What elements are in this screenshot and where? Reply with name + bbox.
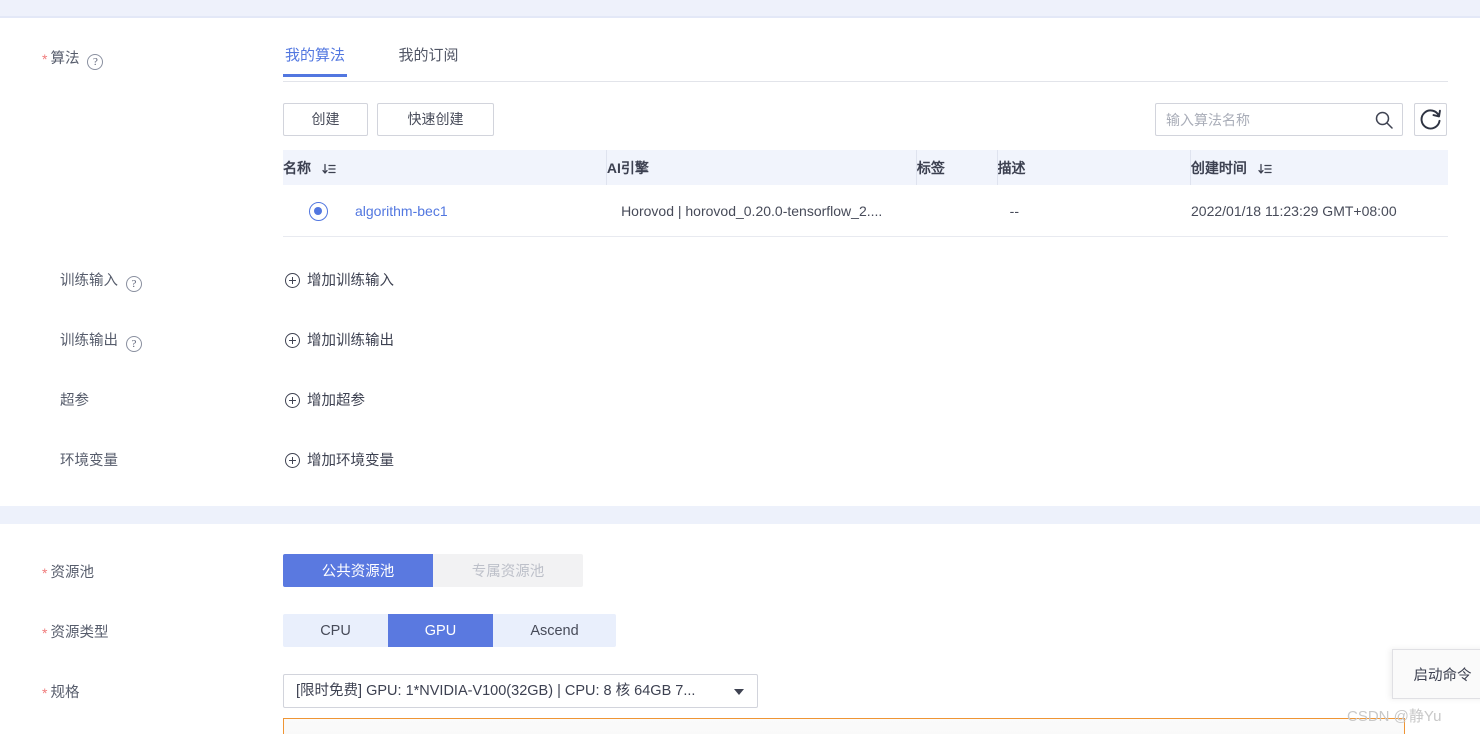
- segment-public-pool[interactable]: 公共资源池: [283, 554, 433, 587]
- tab-my-subscriptions[interactable]: 我的订阅: [396, 44, 460, 77]
- required-asterisk-algorithm: *: [42, 51, 48, 67]
- search-icon[interactable]: [1372, 108, 1396, 132]
- add-train-output-label: 增加训练输出: [307, 333, 394, 349]
- row-spacer-2: [916, 193, 917, 228]
- label-resource-type: * 资源类型: [42, 622, 108, 643]
- startup-command-drawer-tab[interactable]: 启动命令: [1392, 649, 1480, 699]
- table-header-row: 名称 AI引擎 标签 描述 创建时间: [283, 150, 1448, 185]
- column-header-engine: AI引擎: [606, 159, 649, 176]
- watermark: CSDN @静Yu: [1347, 708, 1442, 725]
- required-asterisk-resource-type: *: [42, 625, 48, 641]
- add-train-output-link[interactable]: 增加训练输出: [285, 331, 394, 351]
- plus-circle-icon: [285, 453, 300, 468]
- quick-create-button[interactable]: 快速创建: [377, 103, 494, 136]
- required-asterisk-resource-pool: *: [42, 565, 48, 581]
- add-env-var-label: 增加环境变量: [307, 453, 394, 469]
- add-hyperparam-label: 增加超参: [307, 393, 365, 409]
- chevron-down-icon: [734, 689, 744, 695]
- column-header-desc: 描述: [997, 159, 1026, 176]
- flavor-select-value: [限时免费] GPU: 1*NVIDIA-V100(32GB) | CPU: 8…: [296, 683, 696, 699]
- segment-cpu[interactable]: CPU: [283, 614, 388, 647]
- label-resource-type-text: 资源类型: [50, 625, 109, 641]
- sort-icon-created[interactable]: [1258, 162, 1272, 178]
- cell-created-time: 2022/01/18 11:23:29 GMT+08:00: [1191, 202, 1397, 219]
- column-header-name-text: 名称: [283, 159, 311, 176]
- add-train-input-label: 增加训练输入: [307, 273, 394, 289]
- segment-ascend[interactable]: Ascend: [493, 614, 616, 647]
- label-flavor: * 规格: [42, 682, 79, 703]
- column-header-created[interactable]: 创建时间: [1191, 158, 1448, 178]
- algorithm-search-box: [1155, 103, 1403, 136]
- search-input[interactable]: [1156, 104, 1366, 135]
- cell-description: --: [1009, 202, 1019, 219]
- question-mark-icon[interactable]: ?: [87, 54, 104, 70]
- label-resource-pool: * 资源池: [42, 562, 94, 583]
- label-hyperparams: 超参: [60, 393, 89, 409]
- add-train-input-link[interactable]: 增加训练输入: [285, 271, 394, 291]
- label-train-output-text: 训练输出: [60, 333, 118, 349]
- plus-circle-icon: [285, 333, 300, 348]
- column-header-tag: 标签: [916, 159, 945, 176]
- flavor-notice-panel: [283, 718, 1405, 734]
- column-header-name[interactable]: 名称: [283, 158, 606, 178]
- create-button[interactable]: 创建: [283, 103, 368, 136]
- required-asterisk-flavor: *: [42, 685, 48, 701]
- tab-my-algorithms[interactable]: 我的算法: [283, 44, 348, 77]
- add-hyperparam-link[interactable]: 增加超参: [285, 391, 365, 411]
- algorithm-row-radio[interactable]: [309, 202, 328, 221]
- question-mark-icon[interactable]: ?: [126, 336, 142, 352]
- algorithm-name-link[interactable]: algorithm-bec1: [355, 203, 448, 219]
- resource-type-segmented-control: CPU GPU Ascend: [283, 614, 616, 647]
- add-env-var-link[interactable]: 增加环境变量: [285, 451, 394, 471]
- label-resource-pool-text: 资源池: [50, 565, 94, 581]
- resource-pool-segmented-control: 公共资源池 专属资源池: [283, 554, 583, 587]
- section-divider-band: [0, 506, 1480, 524]
- label-algorithm: * 算法?: [42, 48, 104, 70]
- sort-icon-name[interactable]: [322, 162, 336, 178]
- segment-gpu[interactable]: GPU: [388, 614, 493, 647]
- refresh-icon[interactable]: [1414, 103, 1447, 136]
- label-env-vars: 环境变量: [60, 453, 118, 469]
- label-train-output: 训练输出?: [60, 331, 142, 352]
- cell-ai-engine: Horovod | horovod_0.20.0-tensorflow_2...…: [621, 202, 883, 219]
- training-job-config-page: *算法? 我的算法 我的订阅 创建 快速创建 名称: [0, 0, 1480, 734]
- label-flavor-text: 规格: [50, 685, 80, 701]
- label-train-input-text: 训练输入: [60, 273, 118, 289]
- segment-dedicated-pool[interactable]: 专属资源池: [433, 554, 583, 587]
- algorithm-table: 名称 AI引擎 标签 描述 创建时间 algorithm-bec1 Horovo…: [283, 150, 1448, 237]
- label-train-input: 训练输入?: [60, 271, 142, 292]
- top-strip-edge: [0, 16, 1480, 18]
- top-strip: [0, 0, 1480, 17]
- algorithm-source-tabs: 我的算法 我的订阅: [283, 44, 1448, 82]
- column-header-created-text: 创建时间: [1190, 159, 1247, 176]
- plus-circle-icon: [285, 273, 300, 288]
- table-row[interactable]: algorithm-bec1 Horovod | horovod_0.20.0-…: [283, 185, 1448, 237]
- flavor-select[interactable]: [限时免费] GPU: 1*NVIDIA-V100(32GB) | CPU: 8…: [283, 674, 758, 708]
- question-mark-icon[interactable]: ?: [126, 276, 142, 292]
- cell-algorithm-name: algorithm-bec1: [283, 203, 606, 219]
- plus-circle-icon: [285, 393, 300, 408]
- tabs-divider: [283, 81, 1448, 82]
- label-algorithm-text: 算法: [50, 51, 80, 67]
